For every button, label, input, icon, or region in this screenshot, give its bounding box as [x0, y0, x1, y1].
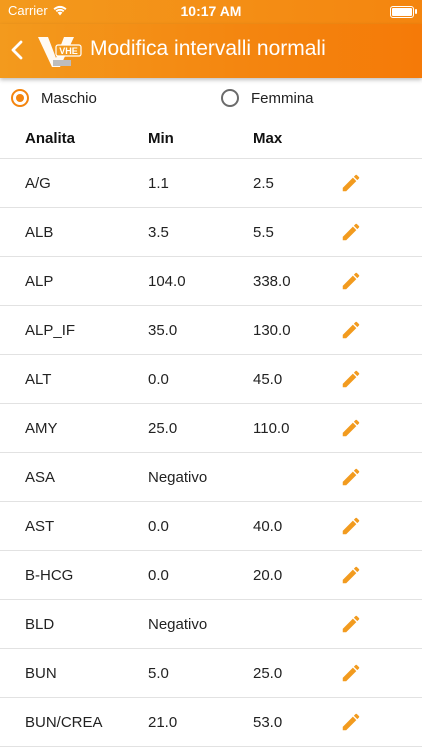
cell-analyte: BUN/CREA [25, 714, 103, 731]
cell-analyte: B-HCG [25, 567, 74, 584]
pencil-icon[interactable] [340, 711, 362, 733]
cell-max: 45.0 [253, 371, 283, 388]
cell-analyte: ASA [25, 469, 56, 486]
radio-label-female: Femmina [251, 89, 314, 107]
radio-option-female[interactable]: Femmina [221, 84, 314, 112]
pencil-icon[interactable] [340, 368, 362, 390]
table-row: A/G 1.1 2.5 [0, 159, 422, 208]
cell-max: 20.0 [253, 567, 283, 584]
cell-analyte: ALP_IF [25, 322, 76, 339]
radio-label-male: Maschio [41, 89, 97, 107]
cell-analyte: ALP [25, 273, 54, 290]
cell-min: 0.0 [148, 567, 169, 584]
cell-analyte: BLD [25, 616, 55, 633]
pencil-icon[interactable] [340, 613, 362, 635]
cell-analyte: ALB [25, 224, 54, 241]
cell-min: 1.1 [148, 175, 169, 192]
cell-min: 25.0 [148, 420, 178, 437]
header-min: Min [148, 130, 174, 147]
radio-button-female[interactable] [221, 89, 239, 107]
gender-selector: Maschio Femmina [0, 84, 422, 114]
radio-button-male[interactable] [11, 89, 29, 107]
cell-min: 35.0 [148, 322, 178, 339]
cell-max: 53.0 [253, 714, 283, 731]
cell-max: 2.5 [253, 175, 274, 192]
cell-max: 130.0 [253, 322, 291, 339]
table-header: Analita Min Max [0, 120, 422, 159]
cell-max: 40.0 [253, 518, 283, 535]
cell-min: 104.0 [148, 273, 186, 290]
table-row: B-HCG 0.0 20.0 [0, 551, 422, 600]
pencil-icon[interactable] [340, 270, 362, 292]
table-row: ALP_IF 35.0 130.0 [0, 306, 422, 355]
pencil-icon[interactable] [340, 564, 362, 586]
table-row: ALB 3.5 5.5 [0, 208, 422, 257]
app-bar: VHE Modifica intervalli normali [0, 24, 422, 78]
cell-analyte: ALT [25, 371, 52, 388]
radio-option-male[interactable]: Maschio [11, 84, 97, 112]
clock: 10:17 AM [180, 3, 242, 19]
pencil-icon[interactable] [340, 662, 362, 684]
pencil-icon[interactable] [340, 172, 362, 194]
table-row: ASA Negativo [0, 453, 422, 502]
table-row: BUN 5.0 25.0 [0, 649, 422, 698]
cell-analyte: AMY [25, 420, 58, 437]
page-title: Modifica intervalli normali [90, 37, 326, 60]
cell-max: 110.0 [253, 420, 290, 437]
cell-min: 0.0 [148, 518, 169, 535]
pencil-icon[interactable] [340, 515, 362, 537]
table-row: AMY 25.0 110.0 [0, 404, 422, 453]
pencil-icon[interactable] [340, 417, 362, 439]
cell-max: 5.5 [253, 224, 274, 241]
cell-analyte: AST [25, 518, 55, 535]
cell-min: 5.0 [148, 665, 169, 682]
table-row: ALT 0.0 45.0 [0, 355, 422, 404]
range-table: A/G 1.1 2.5 ALB 3.5 5.5 ALP 104.0 338.0 ALP_IF 35.… [0, 159, 422, 747]
header-max: Max [253, 130, 283, 147]
pencil-icon[interactable] [340, 221, 362, 243]
app-logo: VHE [38, 37, 82, 67]
cell-min: 3.5 [148, 224, 169, 241]
status-bar: Carrier 10:17 AM [0, 0, 422, 24]
table-row: ALP 104.0 338.0 [0, 257, 422, 306]
cell-analyte: A/G [25, 175, 51, 192]
cell-analyte: BUN [25, 665, 57, 682]
cell-min: 21.0 [148, 714, 178, 731]
table-row: AST 0.0 40.0 [0, 502, 422, 551]
header-analyte: Analita [25, 130, 76, 147]
table-row: BLD Negativo [0, 600, 422, 649]
table-row: BUN/CREA 21.0 53.0 [0, 698, 422, 747]
cell-min: 0.0 [148, 371, 169, 388]
cell-max: 25.0 [253, 665, 283, 682]
cell-max: 338.0 [253, 273, 291, 290]
chevron-left-icon[interactable] [4, 36, 32, 64]
cell-min: Negativo [148, 616, 208, 633]
battery-icon [390, 6, 417, 18]
cell-min: Negativo [148, 469, 208, 486]
pencil-icon[interactable] [340, 466, 362, 488]
pencil-icon[interactable] [340, 319, 362, 341]
logo-text: VHE [59, 46, 78, 56]
